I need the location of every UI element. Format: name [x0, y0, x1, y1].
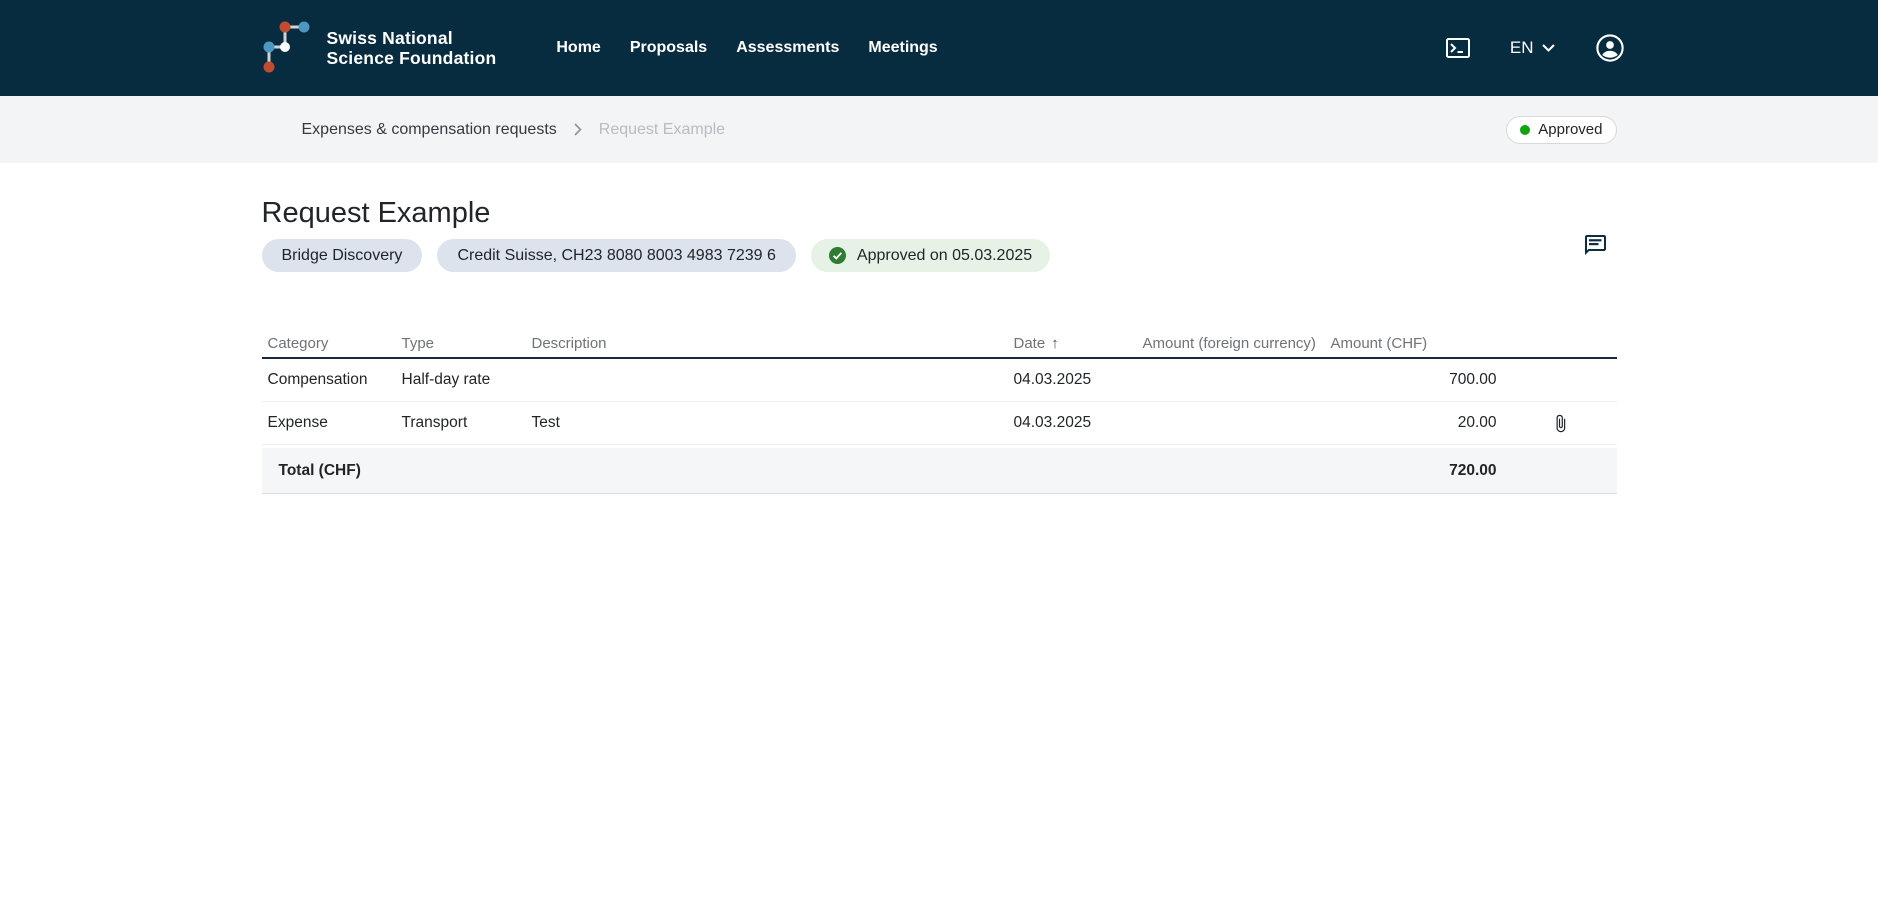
sort-asc-icon: ↑ [1051, 335, 1059, 352]
breadcrumb: Expenses & compensation requests Request… [262, 116, 1617, 144]
cell-date: 04.03.2025 [1008, 414, 1137, 432]
column-header-date[interactable]: Date ↑ [1008, 335, 1137, 352]
nav-item-home[interactable]: Home [556, 39, 600, 57]
cell-description: Test [526, 414, 1008, 432]
terminal-icon[interactable] [1446, 38, 1470, 58]
chevron-down-icon [1542, 44, 1555, 52]
cell-category: Compensation [262, 371, 396, 389]
snsf-logo-icon [262, 20, 312, 76]
column-header-amount-chf: Amount (CHF) [1325, 335, 1504, 352]
request-items-table: Category Type Description Date ↑ Amount … [262, 329, 1617, 494]
cell-date: 04.03.2025 [1008, 371, 1137, 389]
cell-type: Half-day rate [396, 371, 526, 389]
app-header: Swiss National Science Foundation Home P… [0, 0, 1878, 96]
account-icon[interactable] [1595, 33, 1625, 63]
main-content: Request Example Bridge Discovery Credit … [262, 195, 1617, 494]
column-header-date-label: Date [1014, 335, 1046, 352]
cell-amount-chf: 20.00 [1325, 414, 1504, 432]
column-header-type: Type [396, 335, 526, 352]
breadcrumb-item-current: Request Example [599, 121, 725, 139]
tag-list: Bridge Discovery Credit Suisse, CH23 808… [262, 239, 1617, 272]
status-badge: Approved [1506, 116, 1616, 144]
table-row: Expense Transport Test 04.03.2025 20.00 [262, 402, 1617, 445]
column-header-category: Category [262, 335, 396, 352]
breadcrumb-bar: Expenses & compensation requests Request… [0, 96, 1878, 163]
nav-item-proposals[interactable]: Proposals [630, 39, 707, 57]
total-label: Total (CHF) [262, 462, 1325, 480]
tag-approved: Approved on 05.03.2025 [811, 239, 1050, 272]
language-selector[interactable]: EN [1510, 38, 1555, 58]
table-total-row: Total (CHF) 720.00 [262, 448, 1617, 494]
chevron-right-icon [574, 123, 582, 136]
column-header-amount-foreign: Amount (foreign currency) [1137, 335, 1325, 352]
total-amount-chf: 720.00 [1325, 462, 1504, 480]
check-circle-icon [829, 247, 846, 264]
snsf-logo-text: Swiss National Science Foundation [327, 28, 497, 69]
language-label: EN [1510, 38, 1534, 58]
breadcrumb-item-expenses[interactable]: Expenses & compensation requests [262, 121, 557, 139]
paperclip-icon[interactable] [1504, 414, 1617, 433]
page-title: Request Example [262, 195, 1617, 231]
comments-icon[interactable] [1583, 233, 1607, 257]
tag-bank-account: Credit Suisse, CH23 8080 8003 4983 7239 … [437, 239, 795, 272]
cell-type: Transport [396, 414, 526, 432]
tag-funding-scheme: Bridge Discovery [262, 239, 423, 272]
status-badge-label: Approved [1538, 121, 1602, 138]
main-nav: Home Proposals Assessments Meetings [556, 39, 937, 57]
nav-item-assessments[interactable]: Assessments [736, 39, 839, 57]
cell-amount-chf: 700.00 [1325, 371, 1504, 389]
snsf-logo[interactable]: Swiss National Science Foundation [262, 20, 497, 76]
table-row: Compensation Half-day rate 04.03.2025 70… [262, 359, 1617, 402]
status-dot-icon [1520, 125, 1530, 135]
nav-item-meetings[interactable]: Meetings [868, 39, 937, 57]
column-header-description: Description [526, 335, 1008, 352]
cell-category: Expense [262, 414, 396, 432]
tag-approved-label: Approved on 05.03.2025 [857, 247, 1032, 265]
table-header-row: Category Type Description Date ↑ Amount … [262, 329, 1617, 359]
